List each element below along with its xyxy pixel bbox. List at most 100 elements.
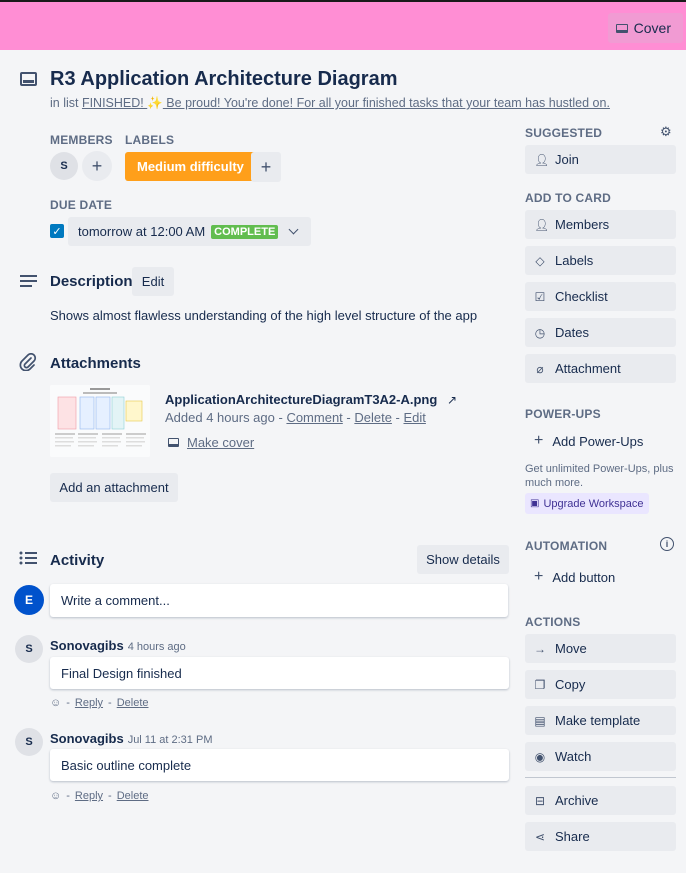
plus-icon: + [260, 156, 272, 177]
activity-author-name[interactable]: Sonovagibs [50, 731, 124, 746]
members-button[interactable]: 👤︎ Members [525, 210, 676, 239]
attachment-comment-link[interactable]: Comment [286, 410, 342, 425]
description-text[interactable]: Shows almost flawless understanding of t… [50, 308, 477, 323]
in-list-prefix: in list [50, 96, 82, 110]
delete-link[interactable]: Delete [117, 697, 149, 709]
join-label: Join [555, 152, 579, 167]
dates-button-label: Dates [555, 325, 589, 340]
external-link-icon[interactable]: ↗ [447, 393, 457, 407]
checklist-button-label: Checklist [555, 289, 608, 304]
cover-button-label: Cover [633, 20, 671, 36]
share-icon: ⋖ [534, 829, 546, 844]
cover-icon [615, 23, 628, 33]
due-date-label: DUE DATE [50, 198, 113, 212]
show-details-button[interactable]: Show details [417, 545, 509, 574]
paperclip-icon [19, 352, 37, 374]
attachment-delete-link[interactable]: Delete [354, 410, 392, 425]
share-label: Share [555, 829, 590, 844]
card-cover [0, 0, 686, 50]
comment-placeholder: Write a comment... [61, 593, 170, 608]
emoji-reaction-icon[interactable]: ☺ [50, 697, 61, 709]
archive-button[interactable]: ⊟ Archive [525, 786, 676, 815]
person-icon: 👤︎ [534, 217, 550, 232]
cover-button[interactable]: Cover [607, 13, 683, 43]
eye-icon: ◉ [534, 749, 546, 764]
add-button-button[interactable]: + Add button [534, 568, 615, 586]
add-label-button[interactable]: + [251, 152, 281, 182]
current-user-avatar[interactable]: E [14, 585, 44, 615]
activity-avatar[interactable]: S [15, 728, 43, 756]
add-attachment-button[interactable]: Add an attachment [50, 473, 178, 502]
gear-icon[interactable]: ⚙ [660, 124, 672, 140]
labels-button[interactable]: ◇ Labels [525, 246, 676, 275]
activity-actions: ☺ - Reply - Delete [50, 790, 149, 802]
activity-icon [19, 551, 37, 565]
activity-time[interactable]: Jul 11 at 2:31 PM [128, 734, 213, 746]
attachments-heading: Attachments [50, 355, 141, 372]
description-icon [20, 275, 37, 287]
members-label: MEMBERS [50, 133, 113, 147]
move-button[interactable]: → Move [525, 634, 676, 663]
actions-divider [525, 777, 676, 778]
make-template-button[interactable]: ▤ Make template [525, 706, 676, 735]
power-ups-label: POWER-UPS [525, 407, 601, 421]
make-cover-link[interactable]: Make cover [168, 435, 254, 450]
actions-label: ACTIONS [525, 615, 581, 629]
attachment-added: Added 4 hours ago [165, 410, 275, 425]
watch-label: Watch [555, 749, 592, 764]
clock-icon: ◷ [534, 325, 546, 340]
make-cover-label: Make cover [187, 435, 255, 450]
emoji-reaction-icon[interactable]: ☺ [50, 790, 61, 802]
add-to-card-label: ADD TO CARD [525, 191, 611, 205]
plus-icon: + [91, 155, 103, 176]
due-date-button[interactable]: tomorrow at 12:00 AM COMPLETE [68, 217, 312, 246]
info-icon[interactable]: i [660, 537, 674, 551]
activity-author: Sonovagibs 4 hours ago [50, 638, 186, 653]
person-icon: 👤︎ [534, 152, 550, 167]
sparkle-icon: ✨ [147, 96, 163, 110]
watch-button[interactable]: ◉ Watch [525, 742, 676, 771]
add-member-button[interactable]: + [82, 151, 112, 181]
description-heading: Description [50, 273, 133, 290]
activity-avatar[interactable]: S [15, 635, 43, 663]
archive-icon: ⊟ [534, 793, 546, 808]
checklist-button[interactable]: ☑ Checklist [525, 282, 676, 311]
paperclip-icon: ⌀ [536, 361, 544, 376]
dates-button[interactable]: ◷ Dates [525, 318, 676, 347]
add-button-label: Add button [552, 569, 616, 585]
reply-link[interactable]: Reply [75, 790, 103, 802]
member-avatar[interactable]: S [50, 152, 78, 180]
add-power-ups-button[interactable]: + Add Power-Ups [534, 432, 643, 450]
tag-icon: ◇ [535, 253, 545, 268]
attachment-button[interactable]: ⌀ Attachment [525, 354, 676, 383]
card-title[interactable]: R3 Application Architecture Diagram [50, 68, 397, 91]
attachment-thumbnail[interactable] [50, 385, 150, 457]
list-name-link[interactable]: FINISHED! [82, 96, 147, 110]
copy-label: Copy [555, 677, 586, 692]
copy-button[interactable]: ❐ Copy [525, 670, 676, 699]
archive-label: Archive [555, 793, 599, 808]
activity-heading: Activity [50, 552, 105, 569]
attachment-file-name[interactable]: ApplicationArchitectureDiagramT3A2-A.png… [165, 392, 457, 407]
share-button[interactable]: ⋖ Share [525, 822, 676, 851]
make-template-label: Make template [555, 713, 641, 728]
label-medium-difficulty[interactable]: Medium difficulty [125, 152, 256, 181]
reply-link[interactable]: Reply [75, 697, 103, 709]
activity-comment: Basic outline complete [50, 749, 509, 781]
upgrade-label: Upgrade Workspace [543, 497, 644, 510]
attachment-file-name-text: ApplicationArchitectureDiagramT3A2-A.png [165, 392, 438, 407]
attachment-edit-link[interactable]: Edit [404, 410, 426, 425]
add-power-ups-label: Add Power-Ups [552, 433, 644, 449]
comment-input[interactable]: Write a comment... [50, 584, 508, 617]
attachment-meta: Added 4 hours ago - Comment - Delete - E… [165, 410, 426, 425]
chevron-down-icon [288, 224, 299, 235]
join-button[interactable]: 👤︎ Join [525, 145, 676, 174]
activity-author-name[interactable]: Sonovagibs [50, 638, 124, 653]
list-description-link[interactable]: Be proud! You're done! For all your fini… [163, 96, 610, 110]
description-edit-button[interactable]: Edit [132, 267, 174, 296]
due-complete-checkbox[interactable]: ✓ [50, 224, 64, 238]
activity-time[interactable]: 4 hours ago [128, 641, 186, 653]
upgrade-workspace-button[interactable]: ▣ Upgrade Workspace [525, 493, 649, 514]
delete-link[interactable]: Delete [117, 790, 149, 802]
suggested-label: SUGGESTED [525, 126, 603, 140]
